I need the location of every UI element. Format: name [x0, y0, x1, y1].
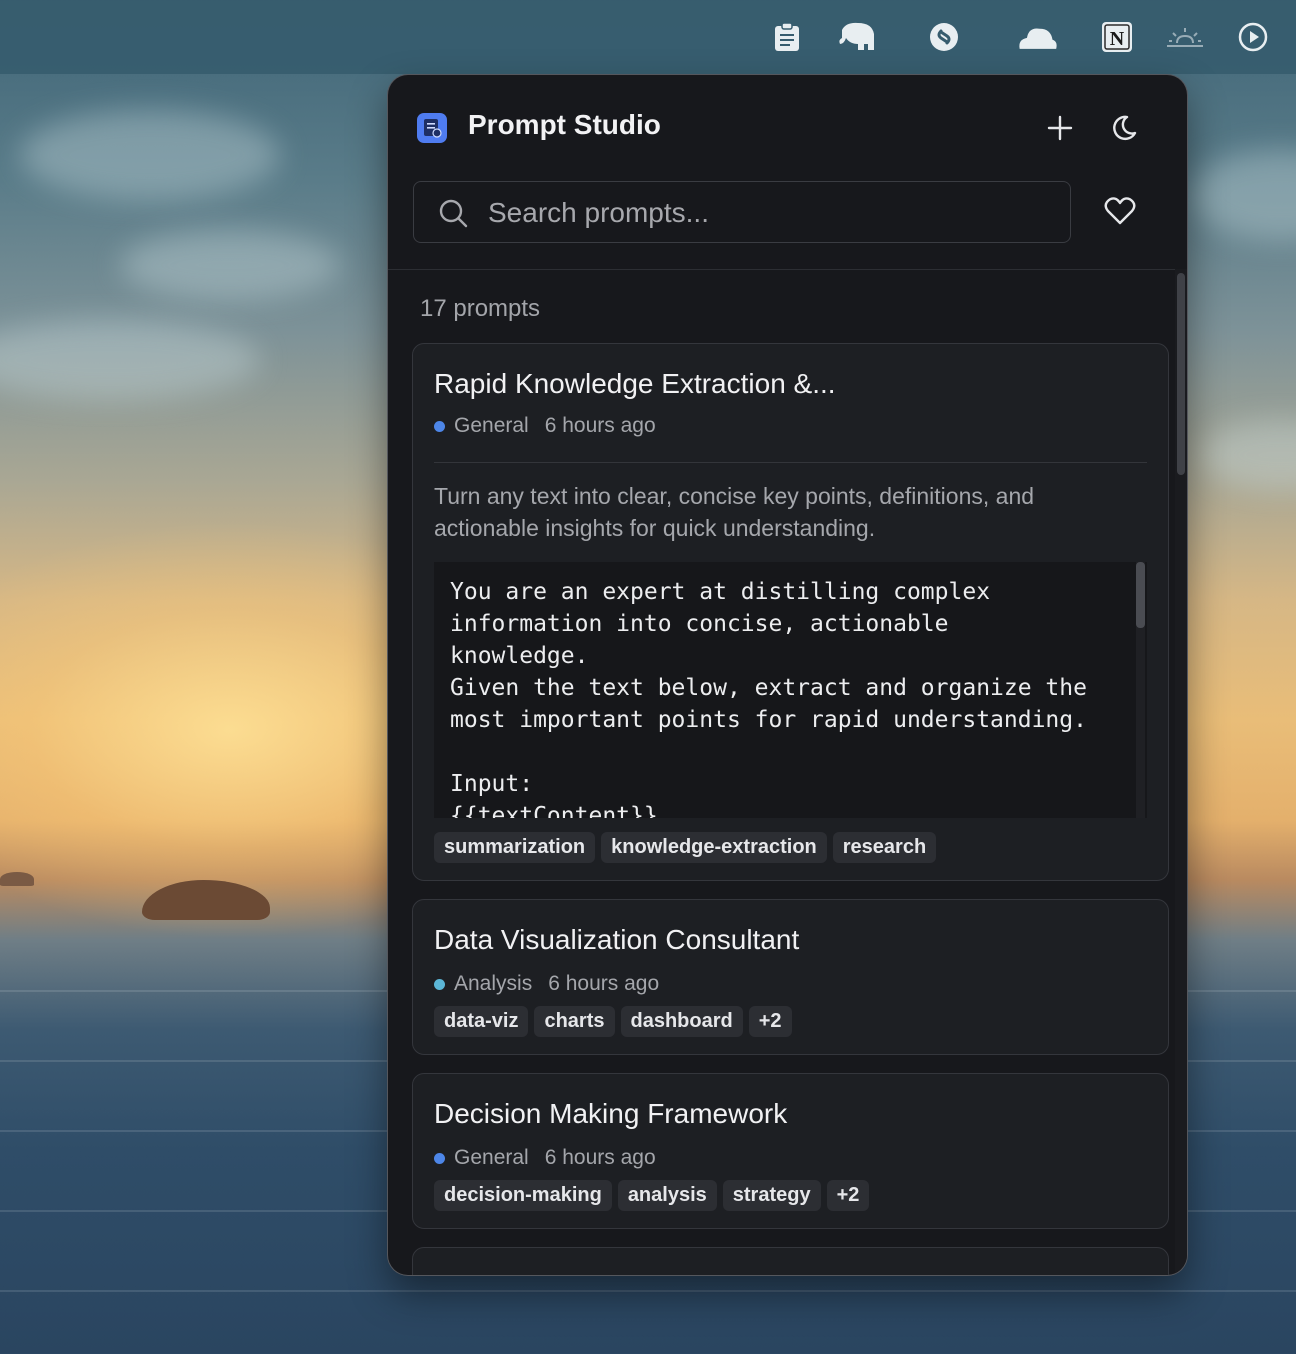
favorites-button[interactable] [1098, 189, 1142, 233]
category-label: General [454, 414, 529, 437]
heart-icon [1104, 197, 1136, 225]
list-scrollbar-thumb[interactable] [1177, 273, 1185, 475]
cloud-icon[interactable] [1016, 16, 1058, 58]
divider [434, 462, 1147, 463]
category-dot [434, 978, 445, 990]
svg-text:N: N [1110, 28, 1125, 50]
notion-icon[interactable]: N [1096, 16, 1138, 58]
tag-list: summarization knowledge-extraction resea… [434, 832, 937, 863]
category-dot [434, 1152, 445, 1164]
tag-list: decision-making analysis strategy +2 [434, 1180, 870, 1211]
tag[interactable]: analysis [617, 1180, 717, 1211]
elephant-icon[interactable] [836, 16, 878, 58]
prompt-meta: General 6 hours ago [434, 1146, 656, 1170]
prompt-card[interactable]: Data Visualization Consultant Analysis 6… [412, 899, 1169, 1055]
more-tags-badge[interactable]: +2 [826, 1180, 870, 1211]
search-input[interactable] [486, 182, 1050, 244]
prompt-description: Turn any text into clear, concise key po… [434, 483, 1035, 541]
app-logo-icon [417, 113, 447, 143]
category-label: Analysis [454, 972, 533, 995]
prompt-card[interactable] [412, 1247, 1169, 1275]
timestamp: 6 hours ago [548, 972, 660, 995]
add-prompt-button[interactable] [1038, 106, 1082, 150]
prompt-content-text: You are an expert at distilling complex … [450, 579, 1087, 818]
prompt-content[interactable]: You are an expert at distilling complex … [434, 562, 1147, 818]
category-dot [434, 420, 445, 432]
prompt-title: Decision Making Framework [434, 1098, 788, 1129]
search-icon [439, 199, 468, 228]
tag[interactable]: knowledge-extraction [601, 832, 827, 863]
moon-icon [1113, 115, 1137, 140]
timestamp: 6 hours ago [544, 414, 656, 437]
more-tags-badge[interactable]: +2 [748, 1006, 792, 1037]
tag[interactable]: strategy [722, 1180, 821, 1211]
prompt-meta: Analysis 6 hours ago [434, 972, 659, 996]
prompt-meta: General 6 hours ago [434, 414, 656, 438]
prompt-card[interactable]: Decision Making Framework General 6 hour… [412, 1073, 1169, 1229]
theme-toggle-button[interactable] [1102, 106, 1146, 150]
sunrise-icon[interactable] [1164, 16, 1206, 58]
tag-list: data-viz charts dashboard +2 [434, 1006, 792, 1037]
clipboard-icon[interactable] [766, 16, 808, 58]
prompt-card[interactable]: Rapid Knowledge Extraction &... General … [412, 343, 1169, 881]
app-title: Prompt Studio [468, 109, 661, 140]
prompt-title: Rapid Knowledge Extraction &... [434, 368, 836, 399]
prompt-count: 17 prompts [420, 295, 541, 322]
prompt-studio-panel: Prompt Studio 17 prompts Rapid Knowledge… [388, 75, 1187, 1275]
tag[interactable]: dashboard [620, 1006, 743, 1037]
tag[interactable]: summarization [434, 832, 596, 863]
plus-icon [1047, 115, 1073, 141]
content-scrollbar-thumb[interactable] [1136, 562, 1145, 628]
tag[interactable]: decision-making [434, 1180, 612, 1211]
search-box [413, 181, 1071, 244]
prompt-title: Data Visualization Consultant [434, 924, 800, 955]
menu-bar: N [0, 0, 1296, 74]
tag[interactable]: charts [534, 1006, 615, 1037]
play-circle-icon[interactable] [1232, 16, 1274, 58]
category-label: General [454, 1146, 529, 1169]
tag[interactable]: data-viz [434, 1006, 529, 1037]
shazam-icon[interactable] [923, 16, 965, 58]
tag[interactable]: research [832, 832, 937, 863]
panel-header: Prompt Studio [388, 75, 1187, 270]
timestamp: 6 hours ago [544, 1146, 656, 1169]
